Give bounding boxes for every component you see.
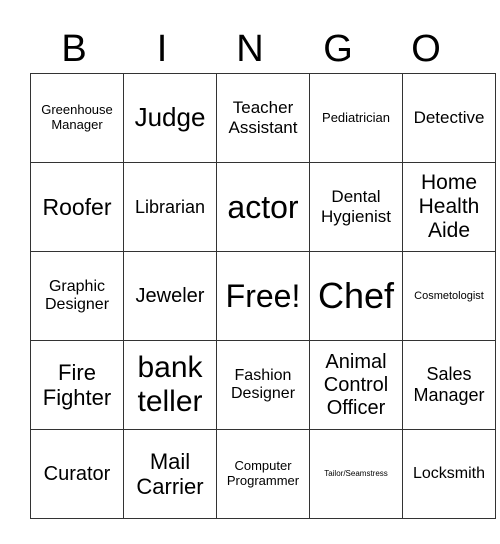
bingo-cell[interactable]: Dental Hygienist — [309, 162, 403, 252]
header-letter: N — [236, 28, 264, 70]
bingo-cell[interactable]: Graphic Designer — [30, 251, 124, 341]
bingo-cell[interactable]: Home Health Aide — [402, 162, 496, 252]
bingo-cell[interactable]: actor — [216, 162, 310, 252]
bingo-cell[interactable]: bank teller — [123, 340, 217, 430]
grid-row: Roofer Librarian actor Dental Hygienist Home… — [30, 162, 496, 252]
bingo-cell[interactable]: Cosmetologist — [402, 251, 496, 341]
bingo-cell[interactable]: Judge — [123, 73, 217, 163]
bingo-cell[interactable]: Fire Fighter — [30, 340, 124, 430]
bingo-cell[interactable]: Mail Carrier — [123, 429, 217, 519]
bingo-cell[interactable]: Computer Programmer — [216, 429, 310, 519]
header-letter: G — [323, 28, 353, 70]
grid-row: Fire Fighter bank teller Fashion Designer A… — [30, 340, 496, 430]
grid-row: Graphic Designer Jeweler Free! Chef Cosmetol… — [30, 251, 496, 341]
bingo-cell[interactable]: Teacher Assistant — [216, 73, 310, 163]
bingo-cell[interactable]: Free! — [216, 251, 310, 341]
grid-row: Curator Mail Carrier Computer Programmer Ta… — [30, 429, 496, 519]
bingo-cell[interactable]: Detective — [402, 73, 496, 163]
header-letter: O — [411, 28, 441, 70]
bingo-cell[interactable]: Locksmith — [402, 429, 496, 519]
bingo-cell[interactable]: Tailor/Seamstress — [309, 429, 403, 519]
header-letter: B — [61, 28, 87, 70]
bingo-cell[interactable]: Chef — [309, 251, 403, 341]
bingo-cell[interactable]: Sales Manager — [402, 340, 496, 430]
header-letter: I — [156, 28, 168, 70]
bingo-cell[interactable]: Pediatrician — [309, 73, 403, 163]
bingo-cell[interactable]: Greenhouse Manager — [30, 73, 124, 163]
bingo-cell[interactable]: Roofer — [30, 162, 124, 252]
bingo-cell[interactable]: Jeweler — [123, 251, 217, 341]
bingo-cell[interactable]: Fashion Designer — [216, 340, 310, 430]
bingo-header: B I N G O — [30, 26, 470, 72]
bingo-cell[interactable]: Librarian — [123, 162, 217, 252]
bingo-cell[interactable]: Animal Control Officer — [309, 340, 403, 430]
bingo-grid: Greenhouse Manager Judge Teacher Assistant… — [30, 73, 496, 519]
grid-row: Greenhouse Manager Judge Teacher Assistant… — [30, 73, 496, 163]
bingo-cell[interactable]: Curator — [30, 429, 124, 519]
